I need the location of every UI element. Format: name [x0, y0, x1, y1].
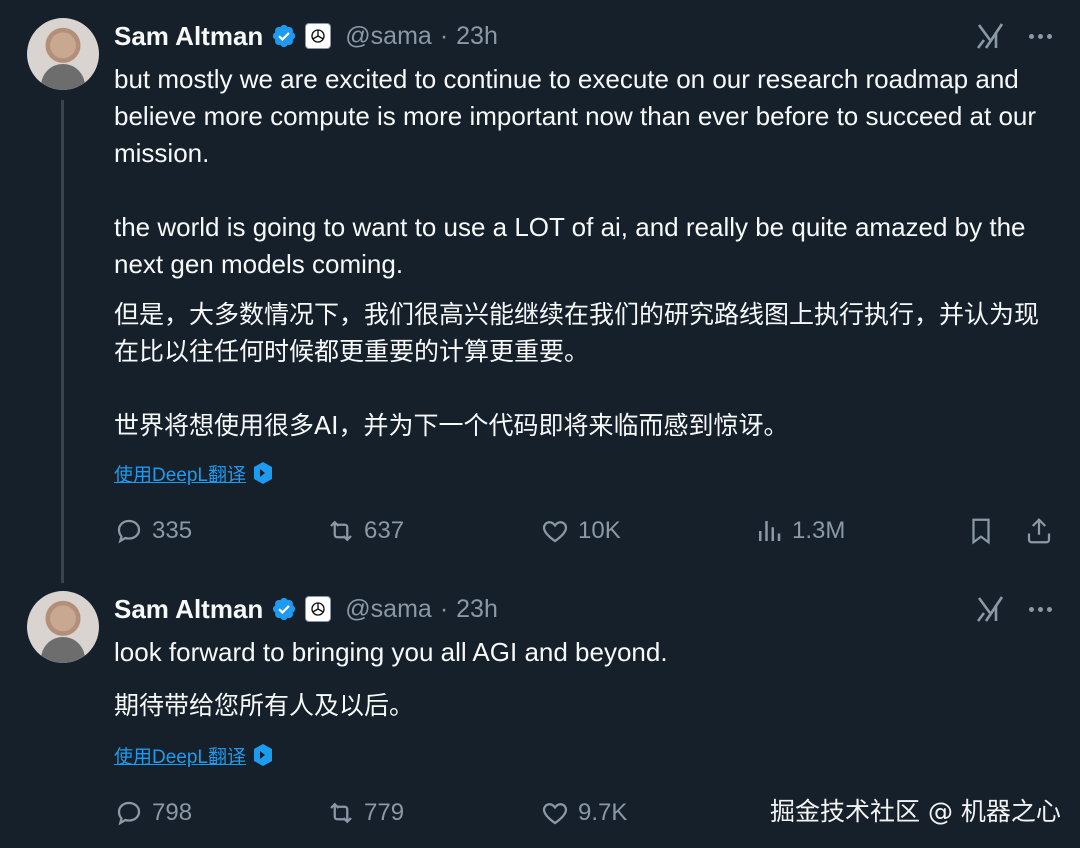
tweet-text-en: but mostly we are excited to continue to… — [114, 64, 1037, 279]
repost-icon — [330, 520, 352, 542]
separator: · — [439, 21, 449, 50]
watermark: 掘金技术社区 @ 机器之心 — [770, 797, 1061, 826]
more-icon[interactable] — [1024, 20, 1056, 52]
repost-count: 637 — [364, 517, 405, 544]
author-handle[interactable]: @sama — [345, 595, 432, 624]
share-button[interactable] — [1024, 511, 1054, 551]
openai-affiliate-icon[interactable] — [305, 23, 332, 49]
repost-icon — [330, 802, 352, 824]
avatar[interactable] — [27, 591, 99, 663]
reply-button[interactable]: 798 — [114, 793, 192, 833]
translate-link[interactable]: 使用DeepL翻译 — [114, 458, 274, 488]
grok-icon[interactable] — [974, 593, 1006, 625]
translate-label: 使用DeepL翻译 — [114, 746, 246, 768]
thread-line — [61, 100, 64, 583]
like-icon — [542, 521, 568, 543]
views-count: 1.3M — [792, 517, 846, 544]
reply-button[interactable]: 335 — [114, 511, 192, 551]
verified-badge-icon[interactable] — [271, 596, 297, 622]
tweet-header: Sam Altman @sama · 23h — [114, 18, 498, 54]
views-button[interactable]: 1.3M — [754, 511, 845, 551]
openai-affiliate-icon[interactable] — [305, 596, 332, 622]
reply-icon — [117, 801, 141, 826]
avatar[interactable] — [27, 18, 99, 90]
tweet-text-en: look forward to bringing you all AGI and… — [114, 637, 668, 667]
translate-link[interactable]: 使用DeepL翻译 — [114, 740, 274, 770]
author-handle[interactable]: @sama — [345, 22, 432, 51]
reply-count: 798 — [152, 799, 193, 826]
timestamp[interactable]: 23h — [456, 595, 498, 624]
like-button[interactable]: 10K — [540, 511, 621, 551]
timestamp[interactable]: 23h — [456, 22, 498, 51]
bookmark-icon — [972, 518, 990, 545]
grok-icon[interactable] — [974, 20, 1006, 52]
like-button[interactable]: 9.7K — [540, 793, 627, 833]
reply-count: 335 — [152, 517, 193, 544]
like-icon — [542, 803, 568, 825]
author-name[interactable]: Sam Altman — [114, 21, 263, 52]
tweet-actions: 335 637 10K 1.3M — [114, 511, 1056, 551]
bookmark-button[interactable] — [966, 511, 996, 551]
repost-button[interactable]: 779 — [326, 793, 404, 833]
tweet-text-zh: 期待带给您所有人及以后。 — [114, 691, 415, 720]
reply-icon — [117, 519, 141, 544]
author-name[interactable]: Sam Altman — [114, 594, 263, 625]
tweet-header: Sam Altman @sama · 23h — [114, 591, 498, 627]
more-icon[interactable] — [1024, 593, 1056, 625]
like-count: 10K — [578, 517, 621, 544]
verified-badge-icon[interactable] — [271, 23, 297, 49]
like-count: 9.7K — [578, 799, 628, 826]
tweet-text-zh: 但是，大多数情况下，我们很高兴能继续在我们的研究路线图上执行执行，并认为现在比以… — [114, 300, 1040, 440]
separator: · — [439, 594, 449, 623]
repost-count: 779 — [364, 799, 405, 826]
repost-button[interactable]: 637 — [326, 511, 404, 551]
tweet-1[interactable]: Sam Altman @sama · 23h but mostly we are… — [0, 0, 1080, 583]
translate-label: 使用DeepL翻译 — [114, 464, 246, 486]
deepl-icon — [254, 462, 272, 484]
deepl-icon — [254, 744, 272, 766]
share-icon — [1027, 518, 1051, 544]
views-icon — [759, 521, 781, 541]
